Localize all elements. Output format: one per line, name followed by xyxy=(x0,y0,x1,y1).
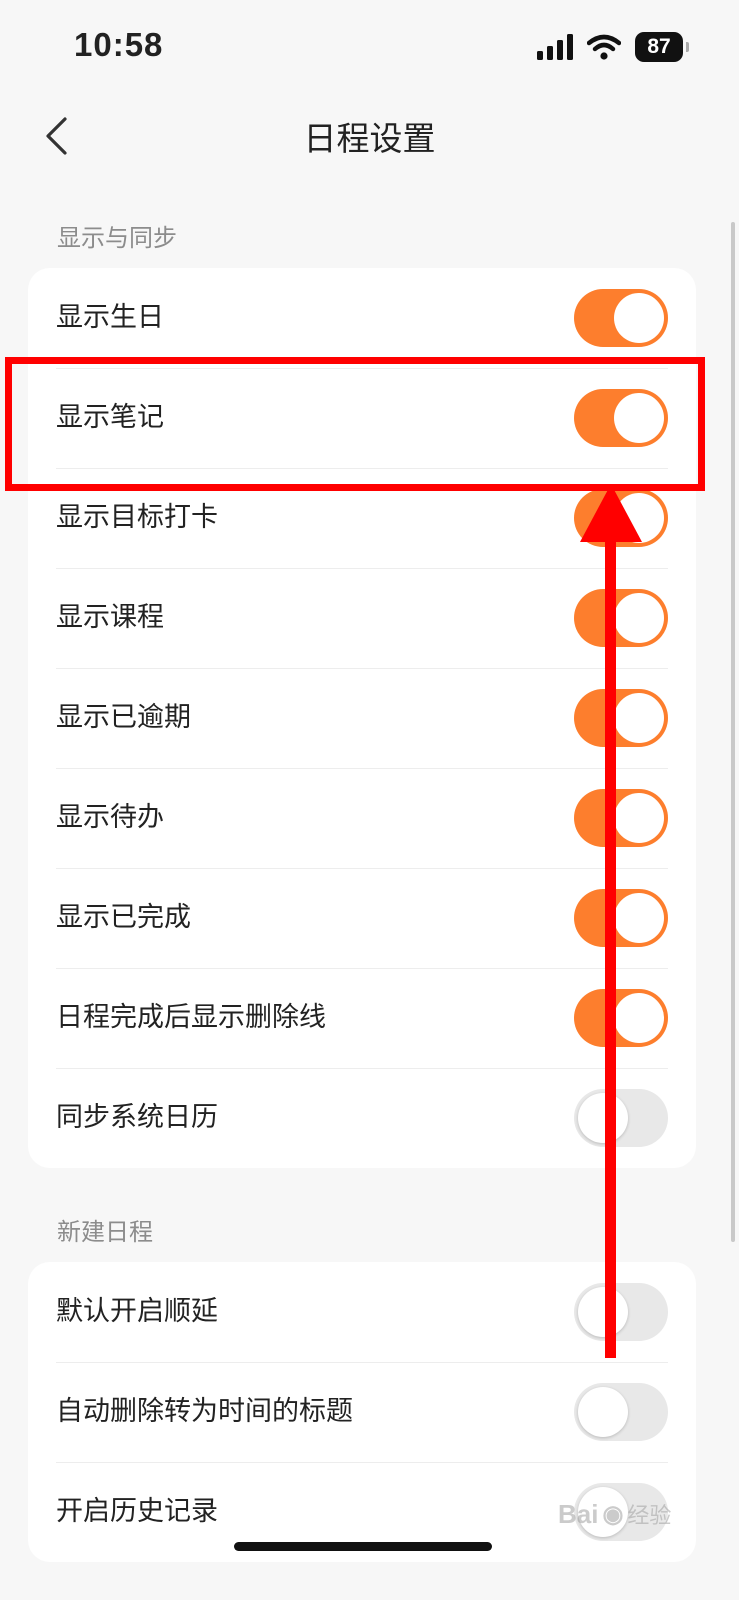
home-indicator xyxy=(234,1542,492,1551)
settings-card-display-sync: 显示生日 显示笔记 显示目标打卡 显示课程 显示已逾期 显示待办 显示已完成 日… xyxy=(28,268,696,1168)
toggle-knob xyxy=(578,1287,628,1337)
toggle-knob xyxy=(614,993,664,1043)
setting-label: 同步系统日历 xyxy=(56,1102,218,1133)
strikethrough-toggle[interactable] xyxy=(574,989,668,1047)
setting-label: 自动删除转为时间的标题 xyxy=(56,1396,353,1427)
baidu-watermark: Bai ◉ 经验 xyxy=(558,1498,671,1530)
toggle-knob xyxy=(614,593,664,643)
setting-row-show-completed: 显示已完成 xyxy=(28,868,696,968)
show-completed-toggle[interactable] xyxy=(574,889,668,947)
toggle-knob xyxy=(614,393,664,443)
scrollbar[interactable] xyxy=(731,222,735,1242)
setting-row-auto-postpone: 默认开启顺延 xyxy=(28,1262,696,1362)
setting-row-show-birthday: 显示生日 xyxy=(28,268,696,368)
show-notes-toggle[interactable] xyxy=(574,389,668,447)
setting-label: 显示已逾期 xyxy=(56,702,191,733)
page-title: 日程设置 xyxy=(303,119,436,158)
show-todo-toggle[interactable] xyxy=(574,789,668,847)
show-birthday-toggle[interactable] xyxy=(574,289,668,347)
paw-icon: ◉ xyxy=(602,1500,624,1528)
setting-label: 显示已完成 xyxy=(56,902,191,933)
show-courses-toggle[interactable] xyxy=(574,589,668,647)
setting-row-show-overdue: 显示已逾期 xyxy=(28,668,696,768)
setting-label: 显示目标打卡 xyxy=(56,502,218,533)
setting-label: 默认开启顺延 xyxy=(56,1296,218,1327)
toggle-knob xyxy=(578,1387,628,1437)
toggle-knob xyxy=(614,693,664,743)
wifi-icon xyxy=(587,34,621,60)
setting-row-show-notes: 显示笔记 xyxy=(28,368,696,468)
toggle-knob xyxy=(614,493,664,543)
toggle-knob xyxy=(578,1093,628,1143)
watermark-text: 经验 xyxy=(627,1503,672,1528)
setting-label: 显示课程 xyxy=(56,602,164,633)
auto-postpone-toggle[interactable] xyxy=(574,1283,668,1341)
section-header-new-schedule: 新建日程 xyxy=(57,1218,153,1246)
sync-calendar-toggle[interactable] xyxy=(574,1089,668,1147)
status-icons: 87 xyxy=(537,32,689,62)
auto-delete-title-toggle[interactable] xyxy=(574,1383,668,1441)
setting-label: 显示笔记 xyxy=(56,402,164,433)
setting-row-show-goal-checkin: 显示目标打卡 xyxy=(28,468,696,568)
setting-row-show-courses: 显示课程 xyxy=(28,568,696,668)
setting-label: 日程完成后显示删除线 xyxy=(56,1002,326,1033)
battery-indicator: 87 xyxy=(635,32,689,62)
setting-row-sync-calendar: 同步系统日历 xyxy=(28,1068,696,1168)
setting-row-strikethrough: 日程完成后显示删除线 xyxy=(28,968,696,1068)
nav-bar: 日程设置 xyxy=(0,96,739,176)
setting-row-auto-delete-title: 自动删除转为时间的标题 xyxy=(28,1362,696,1462)
section-header-display-sync: 显示与同步 xyxy=(57,224,177,252)
signal-icon xyxy=(537,34,573,60)
toggle-knob xyxy=(614,793,664,843)
show-overdue-toggle[interactable] xyxy=(574,689,668,747)
setting-row-show-todo: 显示待办 xyxy=(28,768,696,868)
battery-level: 87 xyxy=(647,35,671,58)
status-time: 10:58 xyxy=(74,26,164,63)
show-goal-checkin-toggle[interactable] xyxy=(574,489,668,547)
toggle-knob xyxy=(614,893,664,943)
setting-label: 显示生日 xyxy=(56,302,164,333)
toggle-knob xyxy=(614,293,664,343)
setting-label: 开启历史记录 xyxy=(56,1496,218,1527)
status-bar: 10:58 87 xyxy=(0,0,739,96)
watermark-text: Bai xyxy=(558,1498,599,1529)
setting-label: 显示待办 xyxy=(56,802,164,833)
